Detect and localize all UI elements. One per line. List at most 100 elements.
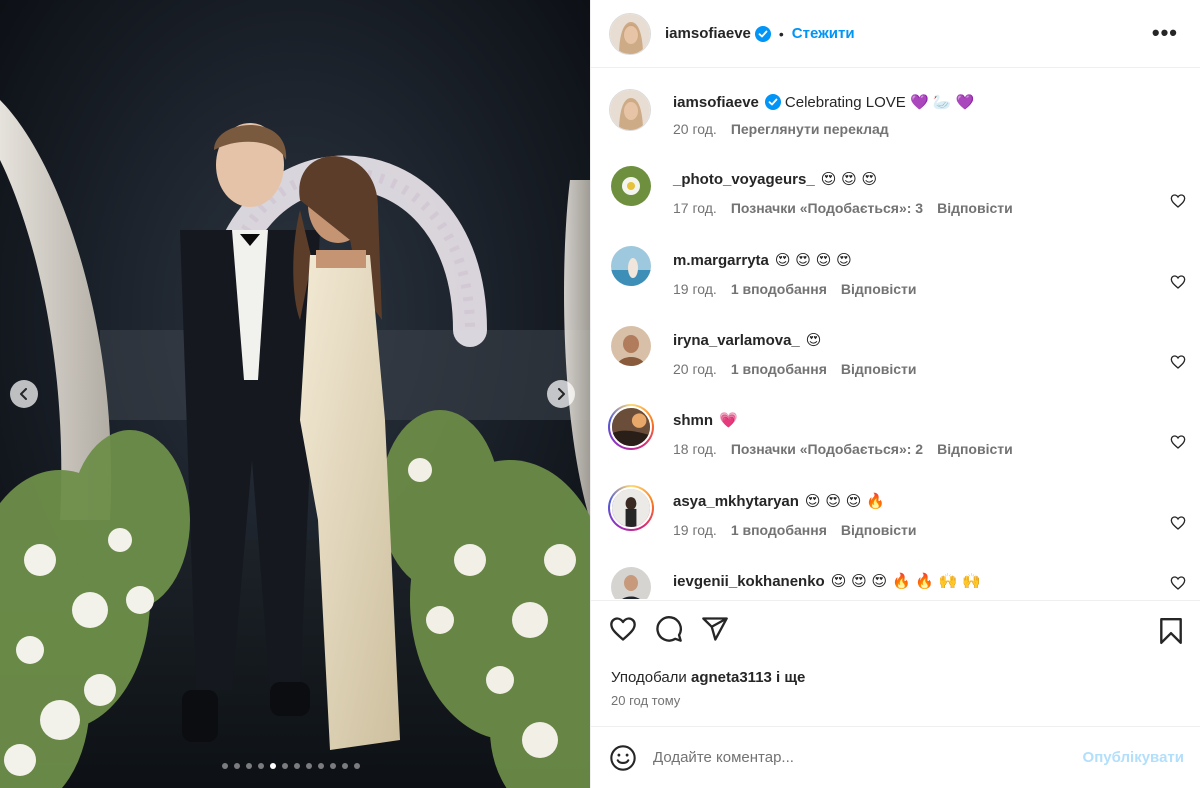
like-heart-icon[interactable] (609, 615, 637, 643)
comment-time[interactable]: 19 год. (673, 522, 717, 538)
reply-button[interactable]: Відповісти (841, 281, 917, 297)
comments-list[interactable]: iamsofiaeve Celebrating LOVE 💜 🦢 💜 20 год… (591, 69, 1200, 599)
likes-prefix: Уподобали (611, 669, 687, 686)
liked-by-user[interactable]: agneta3113 (691, 669, 772, 686)
add-comment-bar: Опублікувати (591, 726, 1200, 788)
post-side-panel: iamsofiaeve • Стежити ••• iamsofiaeve Cel… (590, 0, 1200, 788)
like-comment-heart-icon[interactable] (1170, 434, 1186, 450)
comment-username[interactable]: m.margarryta (673, 252, 769, 269)
comment-username[interactable]: shmn (673, 412, 713, 429)
like-comment-heart-icon[interactable] (1170, 354, 1186, 370)
avatar[interactable] (611, 567, 651, 599)
bookmark-save-icon[interactable] (1158, 617, 1184, 645)
publish-button[interactable]: Опублікувати (1083, 749, 1184, 766)
comment-likes[interactable]: 1 вподобання (731, 361, 827, 377)
comment-text: 😍 😍 😍 😍 (774, 251, 852, 269)
comment-text: 😍 😍 😍 (820, 170, 878, 188)
comment-time[interactable]: 20 год. (673, 361, 717, 377)
comment-text: 💗 (719, 411, 738, 429)
comment-row: ievgenii_kokhanenko 😍 😍 😍 🔥 🔥 🙌 🙌 (591, 557, 1200, 599)
comment-username[interactable]: _photo_voyageurs_ (673, 171, 815, 188)
comment-body: shmn 💗 18 год. Позначки «Подобається»: 2 Ві… (673, 410, 1013, 457)
carousel-dot (318, 763, 324, 769)
post-photo[interactable] (0, 0, 590, 788)
carousel-dot (282, 763, 288, 769)
comment-row: m.margarryta 😍 😍 😍 😍 19 год. 1 вподобання В… (591, 236, 1200, 316)
carousel-dot (222, 763, 228, 769)
avatar[interactable] (609, 12, 651, 55)
header-separator: • (778, 25, 784, 42)
caption-row: iamsofiaeve Celebrating LOVE 💜 🦢 💜 20 год… (591, 69, 1200, 155)
comment-username[interactable]: iryna_varlamova_ (673, 332, 800, 349)
likes-summary: Уподобали agneta3113 і ще (611, 669, 805, 686)
reply-button[interactable]: Відповісти (841, 361, 917, 377)
comment-text: 😍 (805, 331, 822, 349)
caption-text: Celebrating LOVE 💜 🦢 💜 (784, 94, 975, 111)
see-translation-button[interactable]: Переглянути переклад (731, 121, 889, 137)
comment-time[interactable]: 19 год. (673, 281, 717, 297)
like-comment-heart-icon[interactable] (1170, 193, 1186, 209)
comment-likes[interactable]: Позначки «Подобається»: 3 (731, 200, 923, 216)
likes-others-link[interactable]: і ще (776, 669, 805, 686)
comment-text: 😍 😍 😍 🔥 (804, 492, 885, 510)
chevron-right-icon (558, 388, 565, 400)
comment-row: _photo_voyageurs_ 😍 😍 😍 17 год. Позначки «… (591, 155, 1200, 236)
caption-time[interactable]: 20 год. (673, 121, 717, 137)
comment-body: asya_mkhytaryan 😍 😍 😍 🔥 19 год. 1 вподобан… (673, 491, 917, 538)
carousel-dot (270, 763, 276, 769)
reply-button[interactable]: Відповісти (937, 200, 1013, 216)
comment-time[interactable]: 17 год. (673, 200, 717, 216)
caption-body: iamsofiaeve Celebrating LOVE 💜 🦢 💜 20 год… (673, 93, 974, 137)
verified-badge-icon (754, 25, 771, 42)
reply-button[interactable]: Відповісти (937, 441, 1013, 457)
share-send-icon[interactable] (701, 615, 729, 643)
comment-likes[interactable]: 1 вподобання (731, 522, 827, 538)
like-comment-heart-icon[interactable] (1170, 515, 1186, 531)
chevron-left-icon (20, 388, 27, 400)
avatar[interactable] (608, 485, 654, 531)
comment-username[interactable]: asya_mkhytaryan (673, 493, 799, 510)
comment-row: shmn 💗 18 год. Позначки «Подобається»: 2 Ві… (591, 396, 1200, 477)
comment-row: iryna_varlamova_ 😍 20 год. 1 вподобання Від… (591, 316, 1200, 396)
comment-text: 😍 😍 😍 🔥 🔥 🙌 🙌 (830, 572, 981, 590)
comment-body: iryna_varlamova_ 😍 20 год. 1 вподобання Від… (673, 330, 917, 377)
comment-row: asya_mkhytaryan 😍 😍 😍 🔥 19 год. 1 вподобан… (591, 477, 1200, 557)
post-header: iamsofiaeve • Стежити ••• (591, 0, 1200, 68)
post-actions: Уподобали agneta3113 і ще 20 год тому (591, 600, 1200, 725)
carousel-dot (234, 763, 240, 769)
post-modal: iamsofiaeve • Стежити ••• iamsofiaeve Cel… (0, 0, 1200, 788)
carousel-prev-button[interactable] (10, 380, 38, 408)
verified-badge-icon (764, 94, 781, 110)
avatar[interactable] (608, 404, 654, 450)
comment-bubble-icon[interactable] (655, 615, 683, 643)
header-username[interactable]: iamsofiaeve (665, 25, 751, 42)
comment-username[interactable]: ievgenii_kokhanenko (673, 573, 825, 590)
post-time[interactable]: 20 год тому (611, 693, 680, 708)
avatar[interactable] (611, 326, 651, 366)
like-comment-heart-icon[interactable] (1170, 274, 1186, 290)
wedding-photo (0, 0, 590, 788)
follow-button[interactable]: Стежити (792, 25, 855, 42)
reply-button[interactable]: Відповісти (841, 522, 917, 538)
emoji-picker-icon[interactable] (609, 744, 637, 772)
avatar[interactable] (609, 89, 651, 131)
avatar[interactable] (611, 166, 651, 206)
carousel-dots (222, 763, 360, 769)
comment-body: ievgenii_kokhanenko 😍 😍 😍 🔥 🔥 🙌 🙌 (673, 571, 981, 592)
carousel-dot (258, 763, 264, 769)
carousel-dot (306, 763, 312, 769)
comment-time[interactable]: 18 год. (673, 441, 717, 457)
comment-likes[interactable]: Позначки «Подобається»: 2 (731, 441, 923, 457)
more-options-button[interactable]: ••• (1152, 22, 1178, 44)
like-comment-heart-icon[interactable] (1170, 575, 1186, 591)
carousel-dot (354, 763, 360, 769)
carousel-next-button[interactable] (547, 380, 575, 408)
comment-body: _photo_voyageurs_ 😍 😍 😍 17 год. Позначки «… (673, 169, 1013, 216)
caption-username[interactable]: iamsofiaeve (673, 94, 759, 111)
comment-likes[interactable]: 1 вподобання (731, 281, 827, 297)
comment-body: m.margarryta 😍 😍 😍 😍 19 год. 1 вподобання В… (673, 250, 917, 297)
carousel-dot (294, 763, 300, 769)
carousel-dot (330, 763, 336, 769)
comment-input[interactable] (653, 749, 1053, 766)
avatar[interactable] (611, 246, 651, 286)
